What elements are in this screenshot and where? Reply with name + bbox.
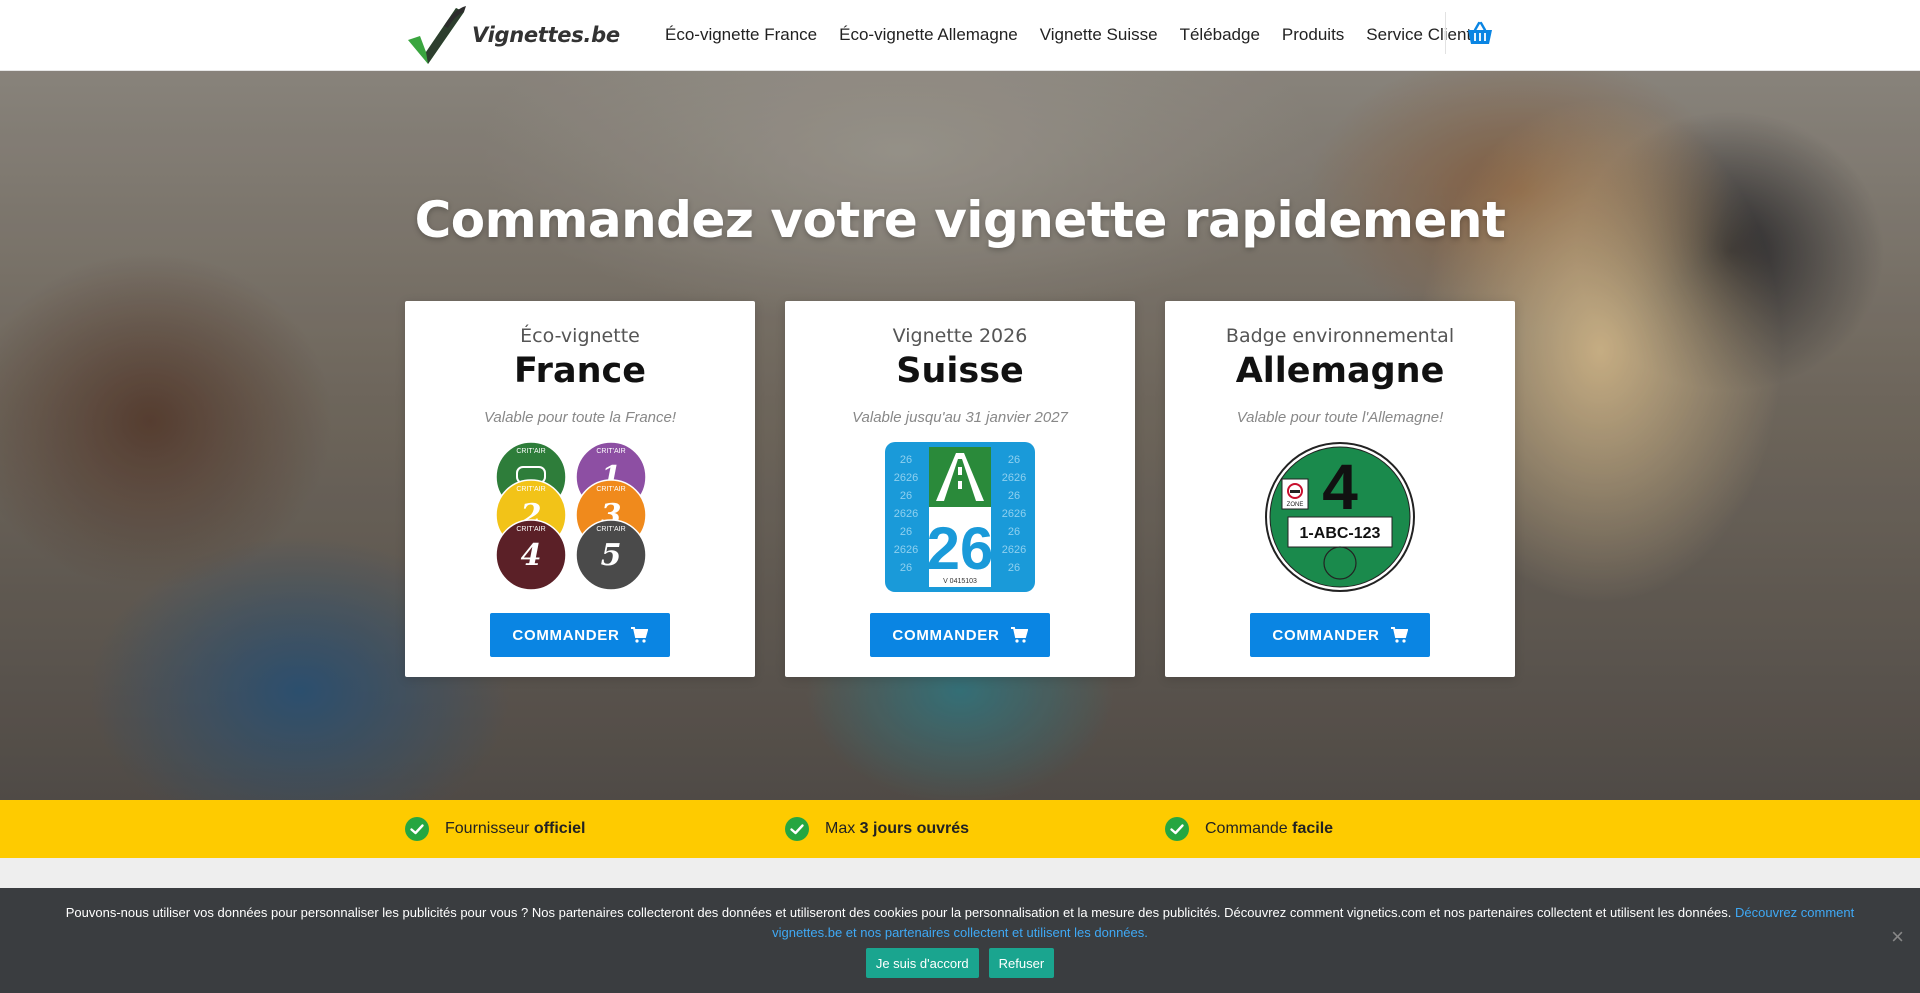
product-card-allemagne: Badge environnemental Allemagne Valable … <box>1165 301 1515 677</box>
card-subtitle: Éco-vignette <box>520 325 640 347</box>
commander-allemagne-button[interactable]: COMMANDER <box>1250 613 1430 657</box>
cookie-actions: Je suis d'accord Refuser <box>0 948 1920 978</box>
critair-sticker-4: CRIT'AIR 4 <box>495 519 567 591</box>
page-content-strip <box>0 858 1920 888</box>
check-circle-icon <box>1165 817 1189 841</box>
card-name: France <box>514 351 646 391</box>
plate-number: 1-ABC-123 <box>1300 525 1381 542</box>
button-label: COMMANDER <box>512 626 620 644</box>
button-label: COMMANDER <box>892 626 1000 644</box>
svg-text:26: 26 <box>1008 454 1020 466</box>
swiss-serial-text: V 0415103 <box>943 578 977 585</box>
logo-text: Vignettes.be <box>472 23 620 47</box>
svg-text:26: 26 <box>900 454 912 466</box>
cookie-banner: Pouvons-nous utiliser vos données pour p… <box>0 888 1920 993</box>
nav-item-vignette-suisse[interactable]: Vignette Suisse <box>1040 25 1158 45</box>
critair-label: CRIT'AIR <box>516 526 545 533</box>
critair-label: CRIT'AIR <box>516 486 545 493</box>
card-name: Allemagne <box>1235 351 1445 391</box>
site-header: Vignettes.be Éco-vignette France Éco-vig… <box>0 0 1920 71</box>
card-name: Suisse <box>896 351 1024 391</box>
hero-title: Commandez votre vignette rapidement <box>414 191 1506 249</box>
card-validity: Valable pour toute la France! <box>483 409 677 426</box>
critair-number: 5 <box>601 538 622 573</box>
nav-item-eco-vignette-france[interactable]: Éco-vignette France <box>665 25 817 45</box>
feature-easy-order: Commande facile <box>1165 800 1333 858</box>
svg-text:26: 26 <box>900 562 912 574</box>
check-circle-icon <box>785 817 809 841</box>
cart-icon <box>1390 627 1408 643</box>
zone-label: ZONE <box>1287 502 1304 508</box>
badge-number: 4 <box>1322 451 1358 523</box>
main-nav: Éco-vignette France Éco-vignette Allemag… <box>665 0 1493 70</box>
svg-text:2626: 2626 <box>1002 472 1026 484</box>
card-subtitle: Vignette 2026 <box>892 325 1028 347</box>
svg-text:2626: 2626 <box>1002 508 1026 520</box>
hero-banner: Commandez votre vignette rapidement Éco-… <box>0 71 1920 800</box>
card-subtitle: Badge environnemental <box>1225 325 1455 347</box>
critair-label: CRIT'AIR <box>596 448 625 455</box>
svg-text:2626: 2626 <box>894 508 918 520</box>
features-bar: Fournisseur officiel Max 3 jours ouvrés … <box>0 800 1920 858</box>
svg-text:2626: 2626 <box>894 544 918 556</box>
swiss-vignette-image: 26 2626 26 2626 26 2626 26 26 2626 26 2626 26 2626 2… <box>785 441 1135 593</box>
nav-item-service-client[interactable]: Service Client <box>1366 25 1471 45</box>
svg-text:26: 26 <box>900 526 912 538</box>
cookie-refuse-button[interactable]: Refuser <box>988 948 1055 978</box>
svg-text:26: 26 <box>900 490 912 502</box>
nav-item-eco-vignette-allemagne[interactable]: Éco-vignette Allemagne <box>839 25 1018 45</box>
cart-icon <box>1010 627 1028 643</box>
nav-item-telebadge[interactable]: Télébadge <box>1180 25 1260 45</box>
svg-text:26: 26 <box>1008 526 1020 538</box>
card-validity: Valable jusqu'au 31 janvier 2027 <box>852 409 1068 426</box>
swiss-year-text: 26 <box>927 515 994 582</box>
critair-label: CRIT'AIR <box>596 486 625 493</box>
critair-sticker-5: CRIT'AIR 5 <box>575 519 647 591</box>
svg-text:26: 26 <box>1008 490 1020 502</box>
critair-label: CRIT'AIR <box>516 448 545 455</box>
cookie-message: Pouvons-nous utiliser vos données pour p… <box>65 905 1855 940</box>
critair-label: CRIT'AIR <box>596 526 625 533</box>
check-circle-icon <box>405 817 429 841</box>
basket-icon[interactable] <box>1466 20 1494 48</box>
feature-delivery: Max 3 jours ouvrés <box>785 800 969 858</box>
checkmark-logo-icon <box>408 6 466 64</box>
umweltplakette-image: ZONE 4 1-ABC-123 <box>1165 441 1515 593</box>
cart-icon <box>630 627 648 643</box>
feature-text: Max 3 jours ouvrés <box>825 820 970 837</box>
nav-item-produits[interactable]: Produits <box>1282 25 1344 45</box>
commander-france-button[interactable]: COMMANDER <box>490 613 670 657</box>
svg-text:2626: 2626 <box>1002 544 1026 556</box>
nav-divider <box>1445 12 1446 54</box>
product-card-france: Éco-vignette France Valable pour toute l… <box>405 301 755 677</box>
product-card-suisse: Vignette 2026 Suisse Valable jusqu'au 31… <box>785 301 1135 677</box>
site-logo[interactable]: Vignettes.be <box>404 0 620 70</box>
svg-text:26: 26 <box>1008 562 1020 574</box>
card-validity: Valable pour toute l'Allemagne! <box>1236 409 1444 426</box>
critair-stickers-image: CRIT'AIR CRIT'AIR 1 CRIT'AIR 2 CRIT'AIR 3 CRIT'… <box>405 441 755 593</box>
close-icon[interactable]: × <box>1891 926 1904 948</box>
feature-text: Commande facile <box>1205 820 1334 837</box>
cookie-accept-button[interactable]: Je suis d'accord <box>865 948 979 978</box>
feature-official: Fournisseur officiel <box>405 800 585 858</box>
commander-suisse-button[interactable]: COMMANDER <box>870 613 1050 657</box>
button-label: COMMANDER <box>1272 626 1380 644</box>
feature-text: Fournisseur officiel <box>445 820 586 837</box>
critair-number: 4 <box>521 538 542 573</box>
svg-text:2626: 2626 <box>894 472 918 484</box>
